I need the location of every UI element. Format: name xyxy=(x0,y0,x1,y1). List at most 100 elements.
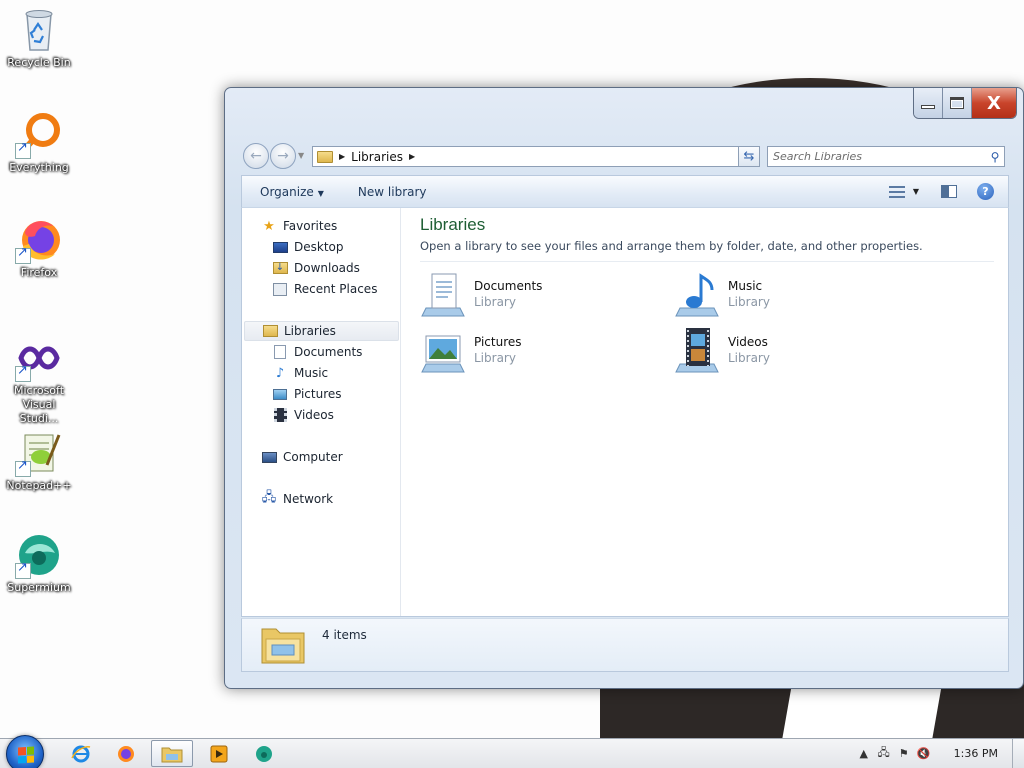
views-icon xyxy=(888,185,905,198)
desktop-icon-firefox[interactable]: Firefox xyxy=(2,216,76,280)
main-pane[interactable]: Libraries Open a library to see your fil… xyxy=(402,208,1008,616)
caption-buttons: X xyxy=(913,88,1017,119)
desktop-icon-label: Supermium xyxy=(7,581,71,594)
new-library-label: New library xyxy=(357,184,427,199)
forward-button[interactable]: → xyxy=(270,143,296,169)
breadcrumb-libraries[interactable]: Libraries xyxy=(351,150,403,164)
maximize-icon xyxy=(950,97,964,109)
firefox-icon xyxy=(15,216,63,264)
media-player-icon xyxy=(210,745,228,762)
taskbar-windows-explorer[interactable] xyxy=(151,740,193,767)
navigation-bar: ← → ▼ ▶ Libraries ▶ ▼ ⇆ ⚲ xyxy=(239,140,1009,170)
taskbar-media-player[interactable] xyxy=(198,740,240,767)
desktop-icon-label: Notepad++ xyxy=(6,479,72,492)
nav-label: Libraries xyxy=(284,324,336,338)
network-tray-icon[interactable]: 🖧 xyxy=(874,744,894,763)
nav-label: Network xyxy=(283,492,334,506)
search-icon[interactable]: ⚲ xyxy=(986,150,1004,164)
nav-videos[interactable]: Videos xyxy=(272,405,334,425)
shortcut-arrow-icon xyxy=(15,364,31,382)
library-type: Library xyxy=(474,295,516,309)
details-pane: 4 items xyxy=(241,618,1009,672)
pictures-icon xyxy=(272,386,288,402)
taskbar-internet-explorer[interactable] xyxy=(60,740,102,767)
desktop-icon-notepad-plus-plus[interactable]: Notepad++ xyxy=(2,429,76,493)
close-icon: X xyxy=(987,92,1001,114)
start-button[interactable] xyxy=(6,735,44,768)
explorer-window[interactable]: X ← → ▼ ▶ Libraries ▶ ▼ ⇆ ⚲ Organize▼ xyxy=(224,87,1024,689)
breadcrumb-chevron-icon[interactable]: ▶ xyxy=(409,152,415,161)
taskbar-firefox[interactable] xyxy=(105,740,147,767)
nav-pictures[interactable]: Pictures xyxy=(272,384,342,404)
pictures-library-icon xyxy=(420,326,468,374)
search-box[interactable]: ⚲ xyxy=(767,146,1005,167)
desktop-icon-visual-studio[interactable]: Microsoft Visual Studi... xyxy=(2,334,76,426)
clock[interactable]: 1:36 PM xyxy=(954,747,998,760)
system-tray: ▲ 🖧 ⚑ 🔇 1:36 PM xyxy=(854,739,1024,768)
desktop-folder-icon xyxy=(272,239,288,255)
windows-logo-icon xyxy=(18,746,34,764)
library-tile-documents[interactable]: Documents Library xyxy=(420,268,660,320)
windows-explorer-icon xyxy=(161,747,183,762)
supermium-icon xyxy=(15,531,63,579)
minimize-button[interactable] xyxy=(914,88,943,118)
documents-icon xyxy=(272,344,288,360)
help-button[interactable]: ? xyxy=(977,183,994,200)
nav-music[interactable]: ♪ Music xyxy=(272,363,328,383)
library-tile-videos[interactable]: Videos Library xyxy=(674,324,914,376)
back-button[interactable]: ← xyxy=(243,143,269,169)
desktop-icon-everything[interactable]: Everything xyxy=(2,111,76,175)
refresh-button[interactable]: ⇆ xyxy=(738,146,760,167)
breadcrumb-chevron-icon[interactable]: ▶ xyxy=(339,152,345,161)
visual-studio-icon xyxy=(15,334,63,382)
command-bar: Organize ▼ New library ▼ ? xyxy=(241,175,1009,207)
nav-downloads[interactable]: ↓ Downloads xyxy=(272,258,360,278)
forward-arrow-icon: → xyxy=(277,148,289,164)
library-name: Pictures xyxy=(474,335,522,349)
nav-favorites[interactable]: ★ Favorites xyxy=(261,216,337,236)
library-tile-pictures[interactable]: Pictures Library xyxy=(420,324,660,376)
divider xyxy=(420,261,994,262)
shortcut-arrow-icon xyxy=(15,459,31,477)
taskbar-supermium[interactable] xyxy=(243,740,285,767)
nav-label: Videos xyxy=(294,408,334,422)
desktop-icon-recycle-bin[interactable]: Recycle Bin xyxy=(2,6,76,70)
notepad-plus-plus-icon xyxy=(15,429,63,477)
nav-label: Pictures xyxy=(294,387,342,401)
nav-computer[interactable]: Computer xyxy=(261,447,343,467)
chevron-down-icon: ▼ xyxy=(912,187,919,196)
back-arrow-icon: ← xyxy=(250,148,262,164)
close-button[interactable]: X xyxy=(972,88,1016,118)
nav-recent-places[interactable]: Recent Places xyxy=(272,279,377,299)
nav-libraries[interactable]: Libraries xyxy=(244,321,399,341)
maximize-button[interactable] xyxy=(943,88,972,118)
libraries-folder-icon xyxy=(317,150,333,163)
new-library-button[interactable]: New library xyxy=(340,185,443,199)
organize-label: Organize xyxy=(260,184,314,199)
desktop-icon-label: Recycle Bin xyxy=(7,56,71,69)
change-view-button[interactable]: ▼ xyxy=(888,185,919,198)
taskbar: ▲ 🖧 ⚑ 🔇 1:36 PM xyxy=(0,735,1024,768)
nav-network[interactable]: 🖧 Network xyxy=(261,489,333,509)
search-input[interactable] xyxy=(768,150,986,163)
preview-pane-button[interactable] xyxy=(941,185,957,198)
recent-pages-dropdown[interactable]: ▼ xyxy=(298,151,304,160)
address-bar[interactable]: ▶ Libraries ▶ ▼ xyxy=(312,146,758,167)
show-desktop-button[interactable] xyxy=(1012,739,1024,768)
volume-muted-icon[interactable]: 🔇 xyxy=(914,747,934,760)
nav-documents[interactable]: Documents xyxy=(272,342,362,362)
library-tile-music[interactable]: Music Library xyxy=(674,268,914,320)
page-title: Libraries xyxy=(420,215,486,234)
organize-button[interactable]: Organize ▼ xyxy=(242,185,340,199)
desktop-icon-supermium[interactable]: Supermium xyxy=(2,531,76,595)
desktop-icon-label: Firefox xyxy=(20,266,58,279)
nav-label: Favorites xyxy=(283,219,338,233)
library-type: Library xyxy=(728,295,770,309)
nav-label: Music xyxy=(294,366,329,380)
library-name: Music xyxy=(728,279,763,293)
action-center-flag-icon[interactable]: ⚑ xyxy=(894,747,914,760)
navigation-pane[interactable]: ★ Favorites Desktop ↓ Downloads Recent P… xyxy=(242,208,401,616)
show-hidden-icons-icon[interactable]: ▲ xyxy=(854,747,874,760)
music-note-icon: ♪ xyxy=(275,365,285,381)
nav-desktop[interactable]: Desktop xyxy=(272,237,344,257)
